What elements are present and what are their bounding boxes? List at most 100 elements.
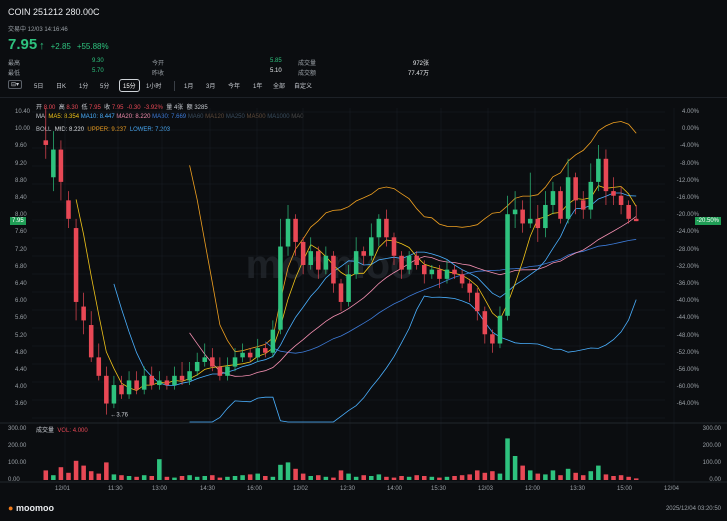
candle-body [225, 366, 230, 376]
volume-bar [369, 476, 374, 480]
candle-body [210, 357, 215, 367]
volume-bar [323, 476, 329, 480]
price-axis-label: 6.80 [15, 263, 27, 270]
watermark: moomoo [246, 243, 415, 287]
pct-axis-label: -44.00% [676, 315, 699, 322]
volume-bar [43, 470, 49, 480]
time-axis-label: 12/02 [293, 486, 309, 492]
volume-bar [444, 476, 450, 480]
pct-axis-label: 0.00% [681, 126, 699, 133]
moomoo-logo-icon: ● [8, 503, 14, 513]
price-axis-label: 4.00 [15, 384, 27, 391]
candle-body [369, 237, 374, 256]
volume-bar [157, 459, 162, 480]
time-axis-label: 13:30 [570, 486, 586, 492]
pct-axis-label: -60.00% [676, 384, 699, 391]
candle-body [384, 218, 389, 238]
candle-body [255, 348, 261, 358]
candle-body [187, 371, 192, 381]
price-chart[interactable]: moomoo ←3.76 [0, 0, 727, 521]
price-axis-label: 10.40 [15, 109, 31, 115]
candle-body [240, 352, 245, 358]
pct-axis-label: -24.00% [676, 229, 699, 236]
volume-bar [172, 477, 177, 480]
volume-bar [81, 465, 86, 480]
pct-axis-label: -48.00% [676, 332, 699, 339]
price-axis-label: 3.60 [15, 401, 27, 408]
candle-body [66, 200, 71, 219]
pct-axis-label: -52.00% [676, 349, 699, 356]
candle-body [111, 385, 117, 404]
candle-body [293, 218, 298, 242]
candle-body [565, 177, 571, 219]
candle-body [512, 209, 518, 215]
footer-logo-text: moomoo [15, 503, 54, 513]
volume-bar [210, 475, 215, 480]
volume-bar [88, 471, 94, 480]
volume-bar [588, 471, 594, 480]
volume-axis-label-right: 100.00 [702, 460, 721, 466]
candle-body [119, 385, 124, 395]
volume-bar [164, 476, 170, 480]
candle-body [444, 269, 450, 279]
time-axis-label: 15:00 [617, 486, 633, 492]
volume-bar [255, 473, 261, 480]
time-axis-label: 12:00 [525, 486, 541, 492]
price-axis-label: 4.40 [15, 367, 27, 373]
candle-body [490, 334, 495, 344]
volume-bar [535, 473, 541, 480]
candle-body [104, 375, 109, 404]
volume-bar [149, 476, 155, 480]
time-axis-label: 12:30 [340, 486, 356, 492]
volume-bar [73, 460, 79, 480]
candle-body [194, 361, 200, 372]
volume-bar [104, 462, 109, 480]
candle-body [376, 218, 382, 238]
candle-body [603, 158, 609, 192]
volume-bar [232, 476, 238, 480]
volume-bar [278, 464, 283, 480]
price-axis-label: 4.80 [15, 349, 27, 356]
candle-body [573, 177, 578, 201]
pct-axis-label: -8.00% [679, 160, 699, 167]
current-pct-tag: -20.50% [694, 217, 721, 225]
candle-body [58, 149, 64, 182]
volume-bar [550, 470, 556, 480]
volume-bar [353, 476, 359, 480]
volume-bar [300, 473, 306, 480]
candle-body [88, 325, 94, 358]
candle-body [126, 380, 132, 395]
candle-body [285, 218, 291, 247]
price-axis-label: 5.60 [15, 315, 27, 322]
volume-axis-label-right: 200.00 [702, 443, 721, 449]
candle-body [414, 255, 419, 265]
volume-bar [194, 476, 200, 480]
candle-body [474, 292, 480, 312]
candle-body [179, 375, 185, 381]
price-axis-label: 6.40 [15, 281, 27, 287]
candle-body [278, 246, 283, 330]
volume-bar [217, 477, 223, 480]
candle-body [429, 269, 435, 275]
volume-bar [512, 456, 518, 480]
volume-bar [391, 477, 397, 480]
candle-body [459, 274, 465, 284]
candle-body [550, 191, 556, 205]
volume-bar [603, 474, 609, 480]
volume-axis-label-left: 100.00 [8, 460, 27, 466]
price-axis-label: 10.00 [15, 126, 31, 133]
candle-body [633, 218, 639, 222]
volume-bar [119, 475, 124, 480]
candle-body [520, 209, 525, 224]
time-axis-label: 12/04 [664, 486, 680, 492]
price-axis-label: 9.20 [15, 160, 27, 167]
candle-body [437, 269, 442, 279]
volume-bar [565, 468, 571, 480]
candle-body [482, 311, 488, 335]
candle-body [543, 204, 548, 229]
volume-bar [406, 476, 412, 480]
volume-bar [126, 476, 132, 480]
volume-bar [543, 474, 548, 480]
candle-body [353, 251, 359, 275]
low-marker-label: ←3.76 [110, 413, 128, 419]
